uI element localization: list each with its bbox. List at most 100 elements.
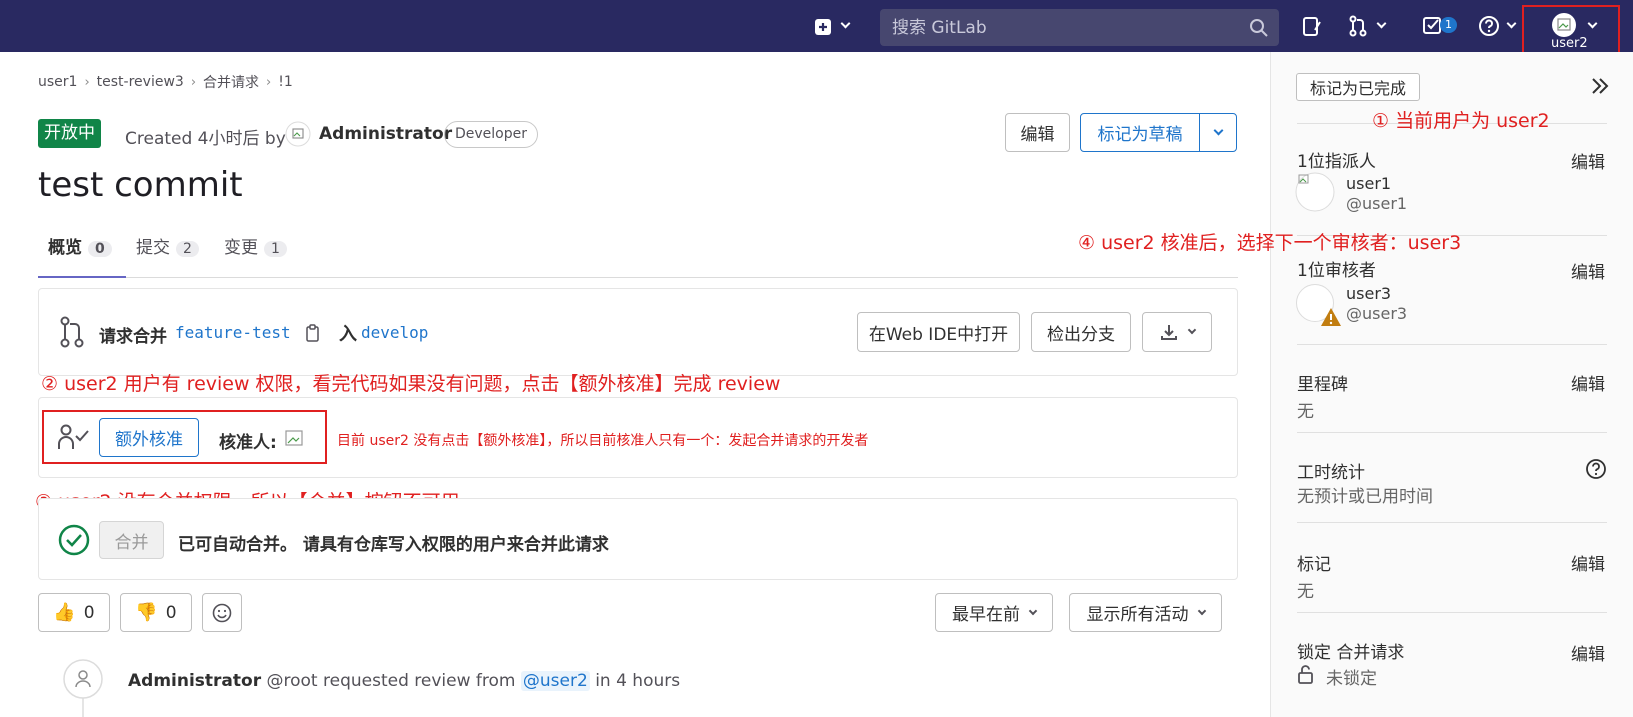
thumbs-down-button[interactable]: 👎 0 — [120, 593, 192, 632]
merge-button[interactable]: 合并 — [99, 521, 164, 559]
help-icon[interactable] — [1585, 458, 1607, 480]
top-navbar: 1 user2 — [0, 0, 1633, 52]
labels-title: 标记 — [1297, 555, 1331, 575]
chevron-down-icon — [1028, 606, 1038, 615]
search-input[interactable] — [892, 9, 1232, 46]
lock-value: 未锁定 — [1326, 669, 1377, 689]
tab-count: 0 — [88, 241, 112, 257]
divider — [1297, 432, 1607, 433]
activity-handle[interactable]: @root — [267, 671, 318, 691]
tabs — [38, 228, 1238, 278]
download-dropdown[interactable] — [1142, 312, 1212, 352]
mark-as-draft-button[interactable]: 标记为草稿 — [1080, 113, 1200, 152]
annotation-2: ② user2 用户有 review 权限，看完代码如果没有问题，点击【额外核准… — [41, 373, 781, 395]
todo-count-badge: 1 — [1440, 17, 1457, 33]
todos-button[interactable]: 1 — [1422, 14, 1464, 38]
page-title: test commit — [38, 165, 243, 205]
thumbs-down-count: 0 — [165, 602, 177, 623]
milestone-value: 无 — [1297, 402, 1314, 422]
breadcrumb-item-current[interactable]: !1 — [278, 74, 293, 90]
sort-order-label: 最早在前 — [952, 605, 1020, 625]
activity-author[interactable]: Administrator — [128, 671, 261, 691]
approval-user-icon — [58, 424, 89, 449]
warning-icon — [1321, 308, 1341, 326]
reviewer-title: 1位审核者 — [1297, 261, 1376, 281]
tab-commits[interactable]: 提交 2 — [136, 233, 199, 258]
activity-filter-dropdown[interactable]: 显示所有活动 — [1069, 593, 1222, 632]
approver-avatar[interactable] — [283, 427, 305, 449]
add-reaction-button[interactable] — [202, 593, 242, 632]
mark-as-done-button[interactable]: 标记为已完成 — [1296, 73, 1420, 101]
chevron-right-icon: › — [84, 74, 90, 90]
milestone-edit-button[interactable]: 编辑 — [1571, 370, 1605, 395]
created-text: Created 4小时后 by — [125, 129, 286, 149]
activity-filter-label: 显示所有活动 — [1086, 605, 1189, 625]
target-branch-link[interactable]: develop — [361, 323, 428, 342]
open-web-ide-button[interactable]: 在Web IDE中打开 — [857, 312, 1020, 352]
tab-label: 变更 — [224, 238, 258, 258]
check-circle-icon — [58, 524, 90, 556]
new-menu-button[interactable] — [812, 16, 854, 38]
approve-button[interactable]: 额外核准 — [99, 418, 199, 457]
tab-changes[interactable]: 变更 1 — [224, 233, 287, 258]
copy-branch-icon[interactable] — [305, 323, 321, 343]
labels-value: 无 — [1297, 582, 1314, 602]
source-branch-link[interactable]: feature-test — [175, 323, 291, 342]
tab-label: 提交 — [136, 238, 170, 258]
merge-request-icon — [60, 316, 84, 348]
author-avatar[interactable] — [285, 121, 311, 147]
assignee-edit-button[interactable]: 编辑 — [1571, 148, 1605, 173]
merge-request-icon — [1349, 15, 1367, 37]
annotation-note: 目前 user2 没有点击【额外核准】，所以目前核准人只有一个：发起合并请求的开… — [337, 433, 869, 449]
thumbs-up-count: 0 — [83, 602, 95, 623]
milestone-title: 里程碑 — [1297, 375, 1348, 395]
breadcrumb-item-mrs[interactable]: 合并请求 — [203, 72, 259, 92]
search-box[interactable] — [880, 9, 1279, 46]
tab-overview[interactable]: 概览 0 — [38, 233, 126, 278]
edit-button[interactable]: 编辑 — [1005, 113, 1070, 152]
reviewer-name[interactable]: user3 — [1346, 284, 1391, 303]
assignee-avatar[interactable] — [1295, 172, 1335, 212]
role-badge: Developer — [444, 121, 539, 148]
unlock-icon — [1298, 665, 1313, 684]
annotation-4: ④ user2 核准后，选择下一个审核者：user3 — [1078, 232, 1462, 254]
breadcrumb-item-user1[interactable]: user1 — [38, 74, 77, 90]
collapse-sidebar-icon[interactable] — [1589, 75, 1611, 97]
assignee-title: 1位指派人 — [1297, 152, 1376, 172]
breadcrumb-item-project[interactable]: test-review3 — [97, 74, 184, 90]
reviewer-edit-button[interactable]: 编辑 — [1571, 258, 1605, 283]
thumbs-up-icon: 👍 — [53, 602, 76, 623]
chevron-right-icon: › — [190, 74, 197, 90]
checkout-branch-button[interactable]: 检出分支 — [1031, 312, 1131, 352]
into-label: 入 — [339, 324, 357, 345]
activity-mention[interactable]: @user2 — [520, 671, 590, 691]
chevron-down-icon — [1213, 125, 1223, 136]
search-icon — [1250, 19, 1268, 37]
request-merge-label: 请求合并 — [99, 327, 167, 347]
download-icon — [1161, 325, 1177, 340]
tab-label: 概览 — [48, 238, 82, 258]
more-actions-dropdown[interactable] — [1199, 113, 1237, 152]
help-icon — [1479, 16, 1499, 36]
help-menu[interactable] — [1478, 14, 1522, 38]
tab-count: 1 — [264, 241, 287, 257]
chevron-right-icon: › — [266, 74, 272, 90]
tab-count: 2 — [176, 241, 199, 257]
sort-order-dropdown[interactable]: 最早在前 — [935, 593, 1053, 632]
labels-edit-button[interactable]: 编辑 — [1571, 550, 1605, 575]
lock-edit-button[interactable]: 编辑 — [1571, 640, 1605, 665]
issues-icon[interactable] — [1301, 16, 1323, 38]
reviewer-handle: @user3 — [1346, 304, 1408, 323]
chevron-down-icon — [1197, 606, 1206, 615]
plus-square-icon — [815, 19, 831, 35]
chevron-down-icon — [1187, 325, 1197, 335]
approvers-label: 核准人: — [219, 433, 277, 453]
merge-requests-menu[interactable] — [1348, 14, 1394, 38]
chevron-down-icon — [1506, 18, 1517, 29]
thumbs-up-button[interactable]: 👍 0 — [38, 593, 110, 632]
author-name[interactable]: Administrator — [319, 124, 452, 144]
merge-status-text: 已可自动合并。 请具有仓库写入权限的用户来合并此请求 — [178, 535, 609, 555]
user-activity-icon — [63, 659, 103, 699]
assignee-name[interactable]: user1 — [1346, 174, 1391, 193]
right-sidebar: 标记为已完成 1位指派人 编辑 user1 @user1 1位审核者 编辑 us… — [1270, 52, 1633, 717]
